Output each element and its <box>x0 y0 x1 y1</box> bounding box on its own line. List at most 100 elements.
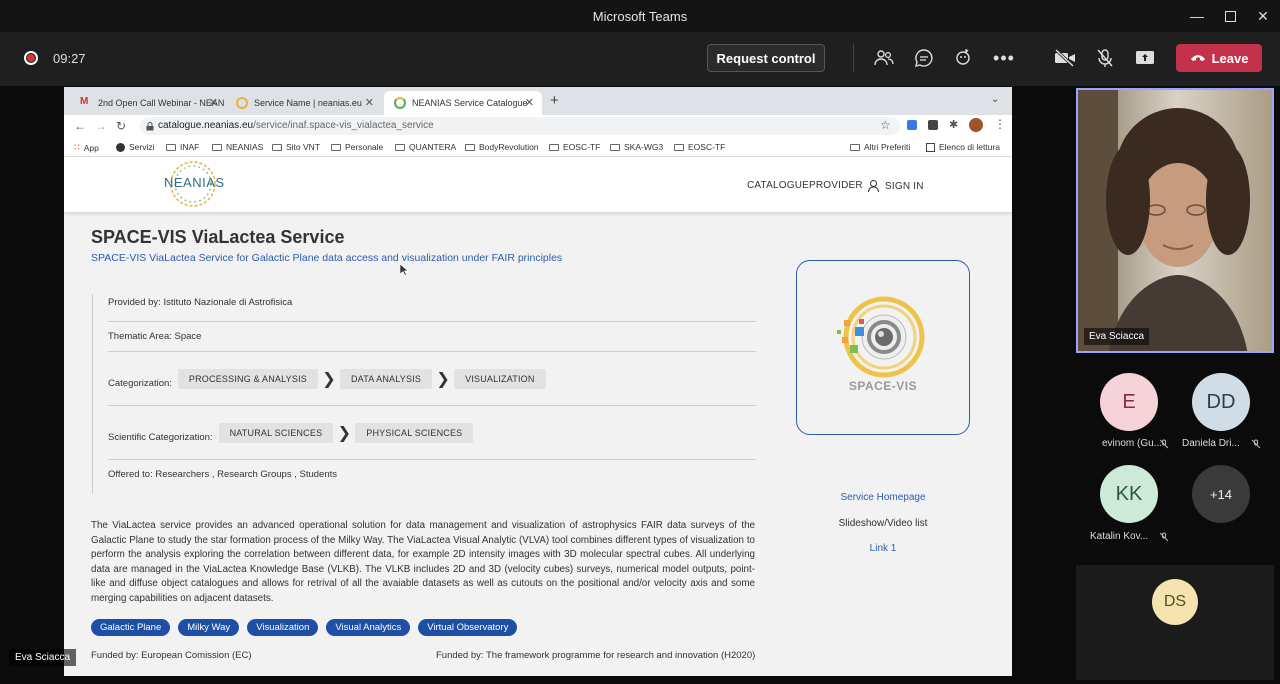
bookmark-neanias[interactable]: NEANIAS <box>212 142 263 152</box>
tab-close-icon[interactable]: ✕ <box>525 96 534 109</box>
forward-icon[interactable]: → <box>95 119 107 133</box>
folder-icon <box>395 143 405 151</box>
card-logo-text: SPACE-VIS <box>848 379 918 393</box>
bookmarks-bar: ∷ App Servizi INAF NEANIAS Sito VNT Perso… <box>64 137 1012 157</box>
category-data-analysis[interactable]: DATA ANALYSIS <box>339 368 433 389</box>
provided-by: Provided by: Istituto Nazionale di Astro… <box>108 284 756 322</box>
browser-tab-gmail[interactable]: M 2nd Open Call Webinar - NEAN ✕ <box>70 91 226 115</box>
nav-catalogue[interactable]: CATALOGUE <box>747 180 809 191</box>
bookmark-personale[interactable]: Personale <box>331 142 383 152</box>
presenter-name: Eva Sciacca <box>1084 328 1150 345</box>
presenter-video-tile[interactable]: Eva Sciacca <box>1076 88 1274 353</box>
thematic-area: Thematic Area: Space <box>108 322 756 352</box>
categorization: Categorization: PROCESSING & ANALYSIS ❯ … <box>108 352 756 406</box>
scientific-categorization: Scientific Categorization: NATURAL SCIEN… <box>108 406 756 460</box>
close-icon[interactable]: ✕ <box>1246 0 1280 32</box>
folder-icon <box>610 143 620 151</box>
more-participants-button[interactable]: +14 <box>1192 465 1250 523</box>
bookmark-sito-vnt[interactable]: Sito VNT <box>272 142 320 152</box>
participant-tile-ds[interactable]: DS <box>1076 565 1274 680</box>
folder-icon <box>850 143 860 151</box>
tag-visual-analytics[interactable]: Visual Analytics <box>326 619 411 636</box>
bookmark-servizi[interactable]: Servizi <box>116 142 155 152</box>
bookmark-bodyrevolution[interactable]: BodyRevolution <box>465 142 539 152</box>
nav-sign-in[interactable]: SIGN IN <box>868 180 924 192</box>
folder-icon <box>465 143 475 151</box>
tag-galactic-plane[interactable]: Galactic Plane <box>91 619 171 636</box>
bookmark-inaf[interactable]: INAF <box>166 142 199 152</box>
extensions-puzzle-icon[interactable]: ✱ <box>949 118 958 131</box>
maximize-icon[interactable] <box>1213 0 1247 32</box>
mic-off-icon[interactable] <box>1092 45 1118 71</box>
mouse-cursor-icon <box>400 264 409 276</box>
request-control-button[interactable]: Request control <box>707 44 825 72</box>
extension-icon[interactable] <box>928 120 938 130</box>
new-tab-icon[interactable]: + <box>550 92 559 109</box>
reactions-icon[interactable] <box>951 45 977 71</box>
chevron-right-icon: ❯ <box>337 424 351 442</box>
neanias-favicon <box>236 97 248 109</box>
participants-icon[interactable] <box>871 45 897 71</box>
participants-panel: Eva Sciacca E evinom (Gu... DD Daniela D… <box>1074 87 1280 684</box>
avatar: DS <box>1152 579 1198 625</box>
profile-avatar[interactable] <box>969 118 983 132</box>
folder-icon <box>166 143 176 151</box>
leave-button[interactable]: Leave <box>1176 44 1262 72</box>
category-physical-sciences[interactable]: PHYSICAL SCIENCES <box>355 422 474 443</box>
service-homepage-link[interactable]: Service Homepage <box>796 492 970 503</box>
slideshow-link[interactable]: Slideshow/Video list <box>796 518 970 529</box>
apps-grid-icon: ∷ <box>74 142 80 152</box>
camera-off-icon[interactable] <box>1052 45 1078 71</box>
more-options-icon[interactable]: ••• <box>991 45 1017 71</box>
tab-close-icon[interactable]: ✕ <box>365 96 374 109</box>
category-natural-sciences[interactable]: NATURAL SCIENCES <box>218 422 334 443</box>
tab-search-icon[interactable]: ⌄ <box>991 94 999 105</box>
browser-tab-service-name[interactable]: Service Name | neanias.eu ✕ <box>226 91 382 115</box>
link-1[interactable]: Link 1 <box>796 543 970 554</box>
funded-by-h2020: Funded by: The framework programme for r… <box>436 650 756 661</box>
bookmark-other[interactable]: Altri Preferiti <box>850 142 910 152</box>
minimize-icon[interactable]: — <box>1180 0 1214 32</box>
bookmark-star-icon[interactable]: ☆ <box>880 118 891 132</box>
avatar[interactable]: KK <box>1100 465 1158 523</box>
url-input[interactable]: catalogue.neanias.eu/service/inaf.space-… <box>140 117 900 135</box>
browser-menu-icon[interactable]: ⋮ <box>994 117 1006 131</box>
site-header: NEANIAS CATALOGUE PROVIDER SIGN IN <box>64 157 1012 212</box>
browser-tab-catalogue[interactable]: NEANIAS Service Catalogue ✕ <box>384 91 542 115</box>
back-icon[interactable]: ← <box>74 119 86 133</box>
category-visualization[interactable]: VISUALIZATION <box>454 368 546 389</box>
neanias-logo[interactable]: NEANIAS <box>162 159 224 209</box>
bookmark-reading-list[interactable]: Elenco di lettura <box>926 142 1000 152</box>
bookmark-apps[interactable]: ∷ App <box>74 142 99 153</box>
avatar[interactable]: E <box>1100 373 1158 431</box>
avatar[interactable]: DD <box>1192 373 1250 431</box>
mic-muted-icon <box>1159 439 1169 449</box>
category-processing-analysis[interactable]: PROCESSING & ANALYSIS <box>177 368 318 389</box>
extension-translate-icon[interactable] <box>907 120 917 130</box>
folder-icon <box>212 143 222 151</box>
bookmark-quantera[interactable]: QUANTERA <box>395 142 456 152</box>
participant-name: Katalin Kov... <box>1090 531 1149 542</box>
nav-provider[interactable]: PROVIDER <box>809 180 863 191</box>
mic-muted-icon <box>1251 439 1261 449</box>
participant-name: Daniela Dri... <box>1182 438 1240 449</box>
bookmark-eosc-tf[interactable]: EOSC-TF <box>549 142 600 152</box>
service-description: The ViaLactea service provides an advanc… <box>91 520 755 604</box>
tab-close-icon[interactable]: ✕ <box>209 96 218 109</box>
address-bar: ← → ↻ catalogue.neanias.eu/service/inaf.… <box>64 115 1012 137</box>
chat-icon[interactable] <box>911 45 937 71</box>
offered-to: Offered to: Researchers , Research Group… <box>108 468 337 480</box>
tag-list: Galactic Plane Milky Way Visualization V… <box>91 619 518 636</box>
reading-list-icon <box>926 142 935 152</box>
chevron-right-icon: ❯ <box>436 370 450 388</box>
reload-icon[interactable]: ↻ <box>116 119 126 133</box>
bookmark-eosc-tf-2[interactable]: EOSC-TF <box>674 142 725 152</box>
bookmark-ska-wg3[interactable]: SKA-WG3 <box>610 142 663 152</box>
tag-milky-way[interactable]: Milky Way <box>178 619 240 636</box>
share-screen-icon[interactable] <box>1132 45 1158 71</box>
gmail-icon: M <box>80 96 89 107</box>
shared-screen: M 2nd Open Call Webinar - NEAN ✕ Service… <box>64 87 1012 676</box>
tag-visualization[interactable]: Visualization <box>247 619 319 636</box>
tag-virtual-observatory[interactable]: Virtual Observatory <box>418 619 518 636</box>
hangup-icon <box>1190 55 1205 61</box>
